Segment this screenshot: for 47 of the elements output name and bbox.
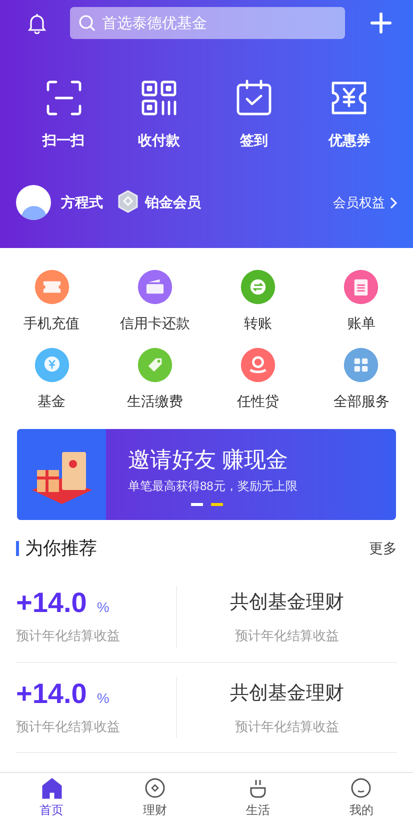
quick-action-button[interactable]: 签到 xyxy=(206,78,302,151)
promo-banner[interactable]: 邀请好友 赚现金 单笔最高获得88元，奖励无上限 xyxy=(17,429,396,520)
benefits-link[interactable]: 会员权益 xyxy=(333,192,397,212)
tab-bar-item[interactable]: 我的 xyxy=(310,773,413,823)
fund-name: 共创基金理财 xyxy=(230,682,344,706)
tab-bar-item[interactable]: 生活 xyxy=(206,773,310,823)
avatar xyxy=(16,185,51,220)
banner-subtitle: 单笔最高获得88元，奖励无上限 xyxy=(128,478,298,495)
rate-caption: 预计年化结算收益 xyxy=(16,627,121,645)
service-button[interactable]: 任性贷 xyxy=(206,346,310,412)
tab-bar-item[interactable]: 首页 xyxy=(0,773,104,823)
rate-unit: % xyxy=(96,598,110,617)
rate-unit: % xyxy=(96,688,110,708)
badge-icon xyxy=(117,190,139,216)
service-button[interactable]: 手机充值 xyxy=(0,268,104,334)
fund-card[interactable]: +14.0 % 预计年化结算收益 共创基金理财 预计年化结算收益 xyxy=(16,662,397,753)
service-button[interactable]: 信用卡还款 xyxy=(103,268,206,334)
section-title: 为你推荐 xyxy=(25,537,97,560)
tab-bar-item[interactable]: 理财 xyxy=(103,773,206,823)
fund-caption: 预计年化结算收益 xyxy=(235,718,339,736)
more-link[interactable]: 更多 xyxy=(369,538,397,559)
membership-label: 铂金会员 xyxy=(145,193,201,212)
chevron-right-icon xyxy=(389,196,397,208)
quick-action-button[interactable]: 扫一扫 xyxy=(16,78,112,151)
fund-card[interactable]: +14.0 % 预计年化结算收益 共创基金理财 预计年化结算收益 xyxy=(16,572,397,662)
user-name: 方程式 xyxy=(61,193,103,212)
quick-action-button[interactable]: 收付款 xyxy=(111,78,206,151)
bell-icon[interactable] xyxy=(26,12,48,34)
quick-action-button[interactable]: 优惠券 xyxy=(302,78,397,151)
smile-icon xyxy=(350,777,372,799)
search-icon xyxy=(78,14,96,32)
rate-caption: 预计年化结算收益 xyxy=(16,718,121,736)
home-icon xyxy=(40,777,63,799)
service-button[interactable]: 基金 xyxy=(0,346,104,412)
fund-caption: 预计年化结算收益 xyxy=(235,627,339,645)
service-button[interactable]: 转账 xyxy=(206,268,310,334)
rate-value: +14.0 xyxy=(16,588,87,618)
section-marker xyxy=(16,541,19,556)
banner-title: 邀请好友 赚现金 xyxy=(128,447,290,473)
rate-value: +14.0 xyxy=(16,678,87,708)
service-button[interactable]: 账单 xyxy=(310,268,413,334)
add-icon[interactable] xyxy=(369,11,393,35)
coin-icon xyxy=(144,777,166,799)
service-button[interactable]: 全部服务 xyxy=(310,346,413,412)
search-field[interactable]: 首选泰德优基金 xyxy=(70,7,345,39)
service-button[interactable]: 生活缴费 xyxy=(103,346,206,412)
fund-name: 共创基金理财 xyxy=(230,591,344,615)
